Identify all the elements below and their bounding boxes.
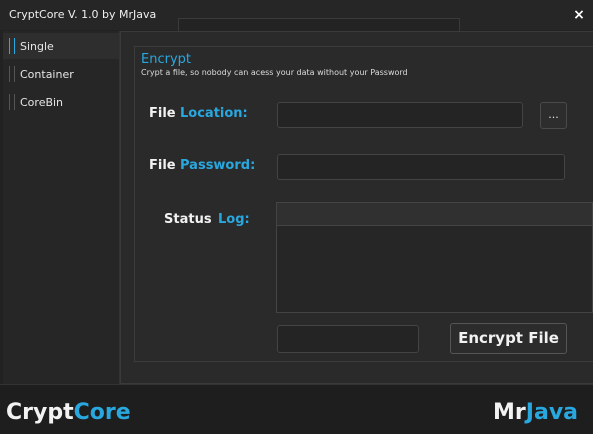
status-log-list[interactable] bbox=[276, 202, 593, 313]
sidebar-item-container[interactable]: Container bbox=[3, 61, 119, 87]
crypt-core-logo: CryptCore bbox=[6, 400, 131, 425]
file-password-label: Password: bbox=[180, 158, 256, 173]
file-location-input[interactable] bbox=[277, 102, 523, 128]
browse-button[interactable]: ... bbox=[540, 102, 567, 129]
status-log-label-prefix: Status bbox=[164, 212, 212, 227]
file-password-label-prefix: File bbox=[149, 158, 176, 173]
file-password-input[interactable] bbox=[277, 154, 565, 180]
status-log-label: Log: bbox=[218, 212, 250, 227]
section-subtitle: Crypt a file, so nobody can acess your d… bbox=[141, 68, 408, 77]
logo-part-crypt: Crypt bbox=[6, 400, 74, 425]
active-marker-icon bbox=[9, 38, 15, 54]
sidebar-item-label: Container bbox=[20, 68, 74, 81]
mrjava-logo: MrJava bbox=[493, 400, 578, 425]
file-location-label: Location: bbox=[180, 106, 248, 121]
logo-part-java: Java bbox=[525, 400, 578, 425]
file-location-label-prefix: File bbox=[149, 106, 176, 121]
marker-icon bbox=[9, 94, 15, 110]
encrypt-file-button[interactable]: Encrypt File bbox=[450, 323, 567, 354]
title-bar[interactable]: CryptCore V. 1.0 by MrJava × bbox=[0, 0, 593, 31]
section-title: Encrypt bbox=[141, 52, 191, 67]
sidebar-item-label: Single bbox=[20, 40, 54, 53]
close-button[interactable]: × bbox=[571, 6, 587, 24]
logo-part-core: Core bbox=[73, 400, 131, 425]
sidebar-item-corebin[interactable]: CoreBin bbox=[3, 89, 119, 115]
window-title: CryptCore V. 1.0 by MrJava bbox=[9, 8, 157, 21]
logo-part-mr: Mr bbox=[493, 400, 526, 425]
title-bar-notch bbox=[178, 18, 460, 31]
app-window: CryptCore V. 1.0 by MrJava × Single Cont… bbox=[0, 0, 593, 434]
sidebar-item-single[interactable]: Single bbox=[3, 33, 119, 59]
status-log-header bbox=[277, 203, 592, 226]
sidebar: Single Container CoreBin bbox=[3, 31, 120, 384]
sidebar-item-label: CoreBin bbox=[20, 96, 64, 109]
progress-field bbox=[277, 325, 419, 353]
marker-icon bbox=[9, 66, 15, 82]
